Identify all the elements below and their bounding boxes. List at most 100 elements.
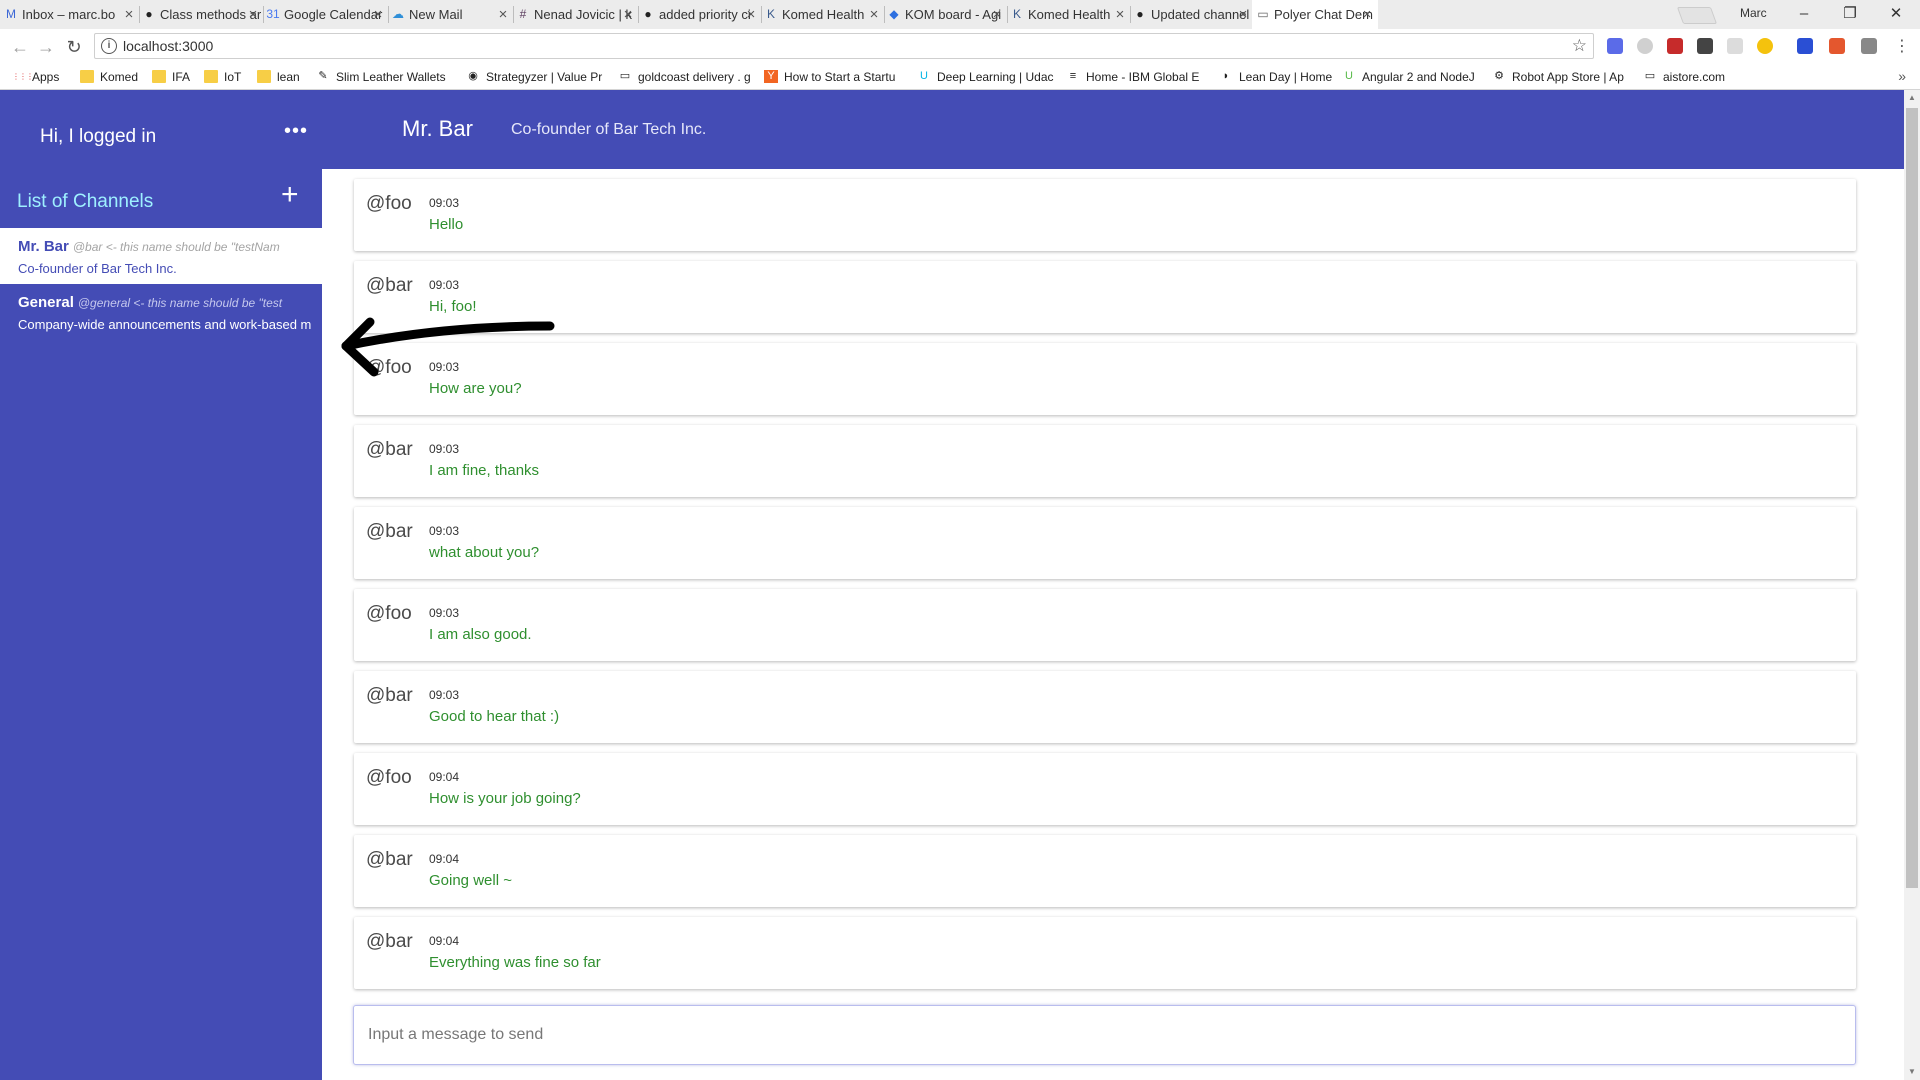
browser-menu-icon[interactable]: ⋮ (1890, 35, 1914, 59)
message-text: what about you? (429, 544, 540, 561)
bookmark-item[interactable]: lean (257, 69, 300, 85)
tab-close-icon[interactable]: × (990, 0, 1004, 29)
page-scrollbar[interactable]: ▲ ▼ (1904, 90, 1920, 1080)
info-icon[interactable]: i (101, 38, 117, 54)
channel-heading: Mr. Bar @bar <- this name should be "test… (18, 238, 304, 255)
browser-tab[interactable]: ● Updated channel × (1129, 0, 1254, 29)
window-profile-label[interactable]: Marc (1740, 6, 1767, 20)
extension-bookmark-icon[interactable] (1797, 38, 1813, 54)
browser-tab[interactable]: ◆ KOM board - Agi × (883, 0, 1008, 29)
scroll-up-icon[interactable]: ▲ (1904, 90, 1920, 106)
message-sender: @foo (366, 193, 412, 214)
tab-close-icon[interactable]: × (621, 0, 635, 29)
scroll-down-icon[interactable]: ▼ (1904, 1064, 1920, 1080)
browser-tab[interactable]: K Komed Health × (1006, 0, 1131, 29)
tab-close-icon[interactable]: × (246, 0, 260, 29)
login-status: Hi, I logged in (40, 126, 157, 147)
message-card: @bar 09:04 Everything was fine so far (354, 917, 1856, 989)
calendar-icon: 31 (266, 7, 280, 21)
forward-arrow-icon[interactable]: → (34, 35, 58, 59)
bookmark-item[interactable]: ◉ Strategyzer | Value Pr (466, 69, 602, 85)
chat-app: Hi, I logged in ••• List of Channels + M… (0, 90, 1920, 1080)
browser-tab[interactable]: ☁ New Mail × (387, 0, 514, 29)
tab-close-icon[interactable]: × (744, 0, 758, 29)
message-input[interactable] (368, 1022, 1838, 1048)
window-close-icon[interactable]: ✕ (1871, 2, 1920, 26)
channel-subtitle: Co-founder of Bar Tech Inc. (511, 121, 707, 138)
message-text: I am also good. (429, 626, 532, 643)
extension-mail-icon[interactable] (1697, 38, 1713, 54)
extension-vue-icon[interactable] (1607, 38, 1623, 54)
bookmark-item[interactable]: IoT (204, 69, 241, 85)
message-time: 09:04 (429, 770, 460, 784)
message-text: How is your job going? (429, 790, 581, 807)
tab-close-icon[interactable]: × (867, 0, 881, 29)
message-sender: @foo (366, 767, 412, 788)
address-bar[interactable]: i localhost:3000 ☆ (94, 33, 1594, 59)
channel-item[interactable]: Mr. Bar @bar <- this name should be "test… (0, 228, 322, 284)
bookmark-item[interactable]: ▭ goldcoast delivery . g (618, 69, 751, 85)
bookmark-item[interactable]: Komed (80, 69, 138, 85)
browser-tab[interactable]: 31 Google Calendar × (262, 0, 389, 29)
restore-icon[interactable]: ❐ (1825, 2, 1875, 26)
tab-close-icon[interactable]: × (122, 0, 136, 29)
extension-moon-icon[interactable] (1757, 38, 1773, 54)
bookmark-star-icon[interactable]: ☆ (1572, 36, 1587, 56)
bookmark-label: Komed (100, 70, 139, 84)
browser-tab[interactable]: ● Class methods ar × (138, 0, 264, 29)
browser-tab-active[interactable]: ▭ Polyer Chat Dem × (1252, 0, 1378, 29)
bookmark-item[interactable]: ▭ aistore.com (1643, 69, 1725, 85)
bookmark-item[interactable]: IFA (152, 69, 190, 85)
browser-tab[interactable]: ● added priority ci × (637, 0, 762, 29)
message-composer[interactable] (353, 1005, 1856, 1065)
tab-close-icon[interactable]: × (1113, 0, 1127, 29)
message-time: 09:04 (429, 934, 460, 948)
tab-close-icon[interactable]: × (1360, 0, 1374, 29)
scrollbar-thumb[interactable] (1906, 108, 1918, 888)
bookmark-item[interactable]: ◗ Lean Day | Home (1219, 69, 1333, 85)
channel-header: Mr. Bar Co-founder of Bar Tech Inc. (322, 90, 1904, 169)
bookmarks-overflow-icon[interactable]: » (1898, 68, 1906, 84)
address-url[interactable]: localhost:3000 (123, 38, 213, 54)
extension-gear-icon[interactable] (1637, 38, 1653, 54)
reload-icon[interactable]: ↻ (62, 35, 86, 59)
extension-cast-icon[interactable] (1727, 38, 1743, 54)
github-icon: ● (644, 7, 652, 21)
message-sender: @bar (366, 931, 413, 952)
back-arrow-icon[interactable]: ← (8, 35, 32, 59)
bookmark-item[interactable]: U Deep Learning | Udac (917, 69, 1054, 85)
message-card: @foo 09:03 I am also good. (354, 589, 1856, 661)
browser-tab[interactable]: M Inbox – marc.bo × (0, 0, 140, 29)
page-icon: ▭ (1257, 7, 1269, 21)
add-channel-icon[interactable]: + (281, 180, 299, 210)
tab-close-icon[interactable]: × (496, 0, 510, 29)
extension-puzzle-icon[interactable] (1861, 38, 1877, 54)
browser-tab[interactable]: K Komed Health × (760, 0, 885, 29)
message-card: @bar 09:03 I am fine, thanks (354, 425, 1856, 497)
udemy-icon: U (1345, 70, 1353, 82)
extension-office-icon[interactable] (1829, 38, 1845, 54)
tab-label: Polyer Chat Dem (1274, 7, 1373, 22)
tab-close-icon[interactable]: × (1236, 0, 1250, 29)
tab-label: Komed Health (1028, 7, 1111, 22)
browser-tab[interactable]: # Nenad Jovicic | k × (512, 0, 639, 29)
bookmark-item[interactable]: ≡ Home - IBM Global E (1066, 69, 1200, 85)
channel-item[interactable]: General @general <- this name should be "… (0, 284, 322, 340)
bookmark-label: Apps (32, 70, 60, 84)
bookmark-item[interactable]: U Angular 2 and NodeJ (1342, 69, 1475, 85)
new-tab-button[interactable] (1676, 7, 1718, 24)
bookmark-item[interactable]: ⚙ Robot App Store | Ap (1492, 69, 1624, 85)
message-card: @foo 09:03 Hello (354, 179, 1856, 251)
message-sender: @bar (366, 849, 413, 870)
minimize-icon[interactable]: – (1779, 2, 1829, 26)
message-card: @bar 09:03 Good to hear that :) (354, 671, 1856, 743)
bookmark-label: aistore.com (1663, 70, 1726, 84)
more-options-icon[interactable]: ••• (284, 120, 308, 143)
tab-close-icon[interactable]: × (371, 0, 385, 29)
bookmark-item[interactable]: ✎ Slim Leather Wallets (316, 69, 445, 85)
browser-toolbar: ← → ↻ i localhost:3000 ☆ ⋮ (0, 29, 1920, 64)
extension-lastpass-icon[interactable] (1667, 38, 1683, 54)
message-card: @bar 09:03 what about you? (354, 507, 1856, 579)
bookmark-item[interactable]: ⋮⋮⋮ Apps (12, 69, 59, 85)
bookmark-item[interactable]: Y How to Start a Startu (764, 69, 895, 85)
